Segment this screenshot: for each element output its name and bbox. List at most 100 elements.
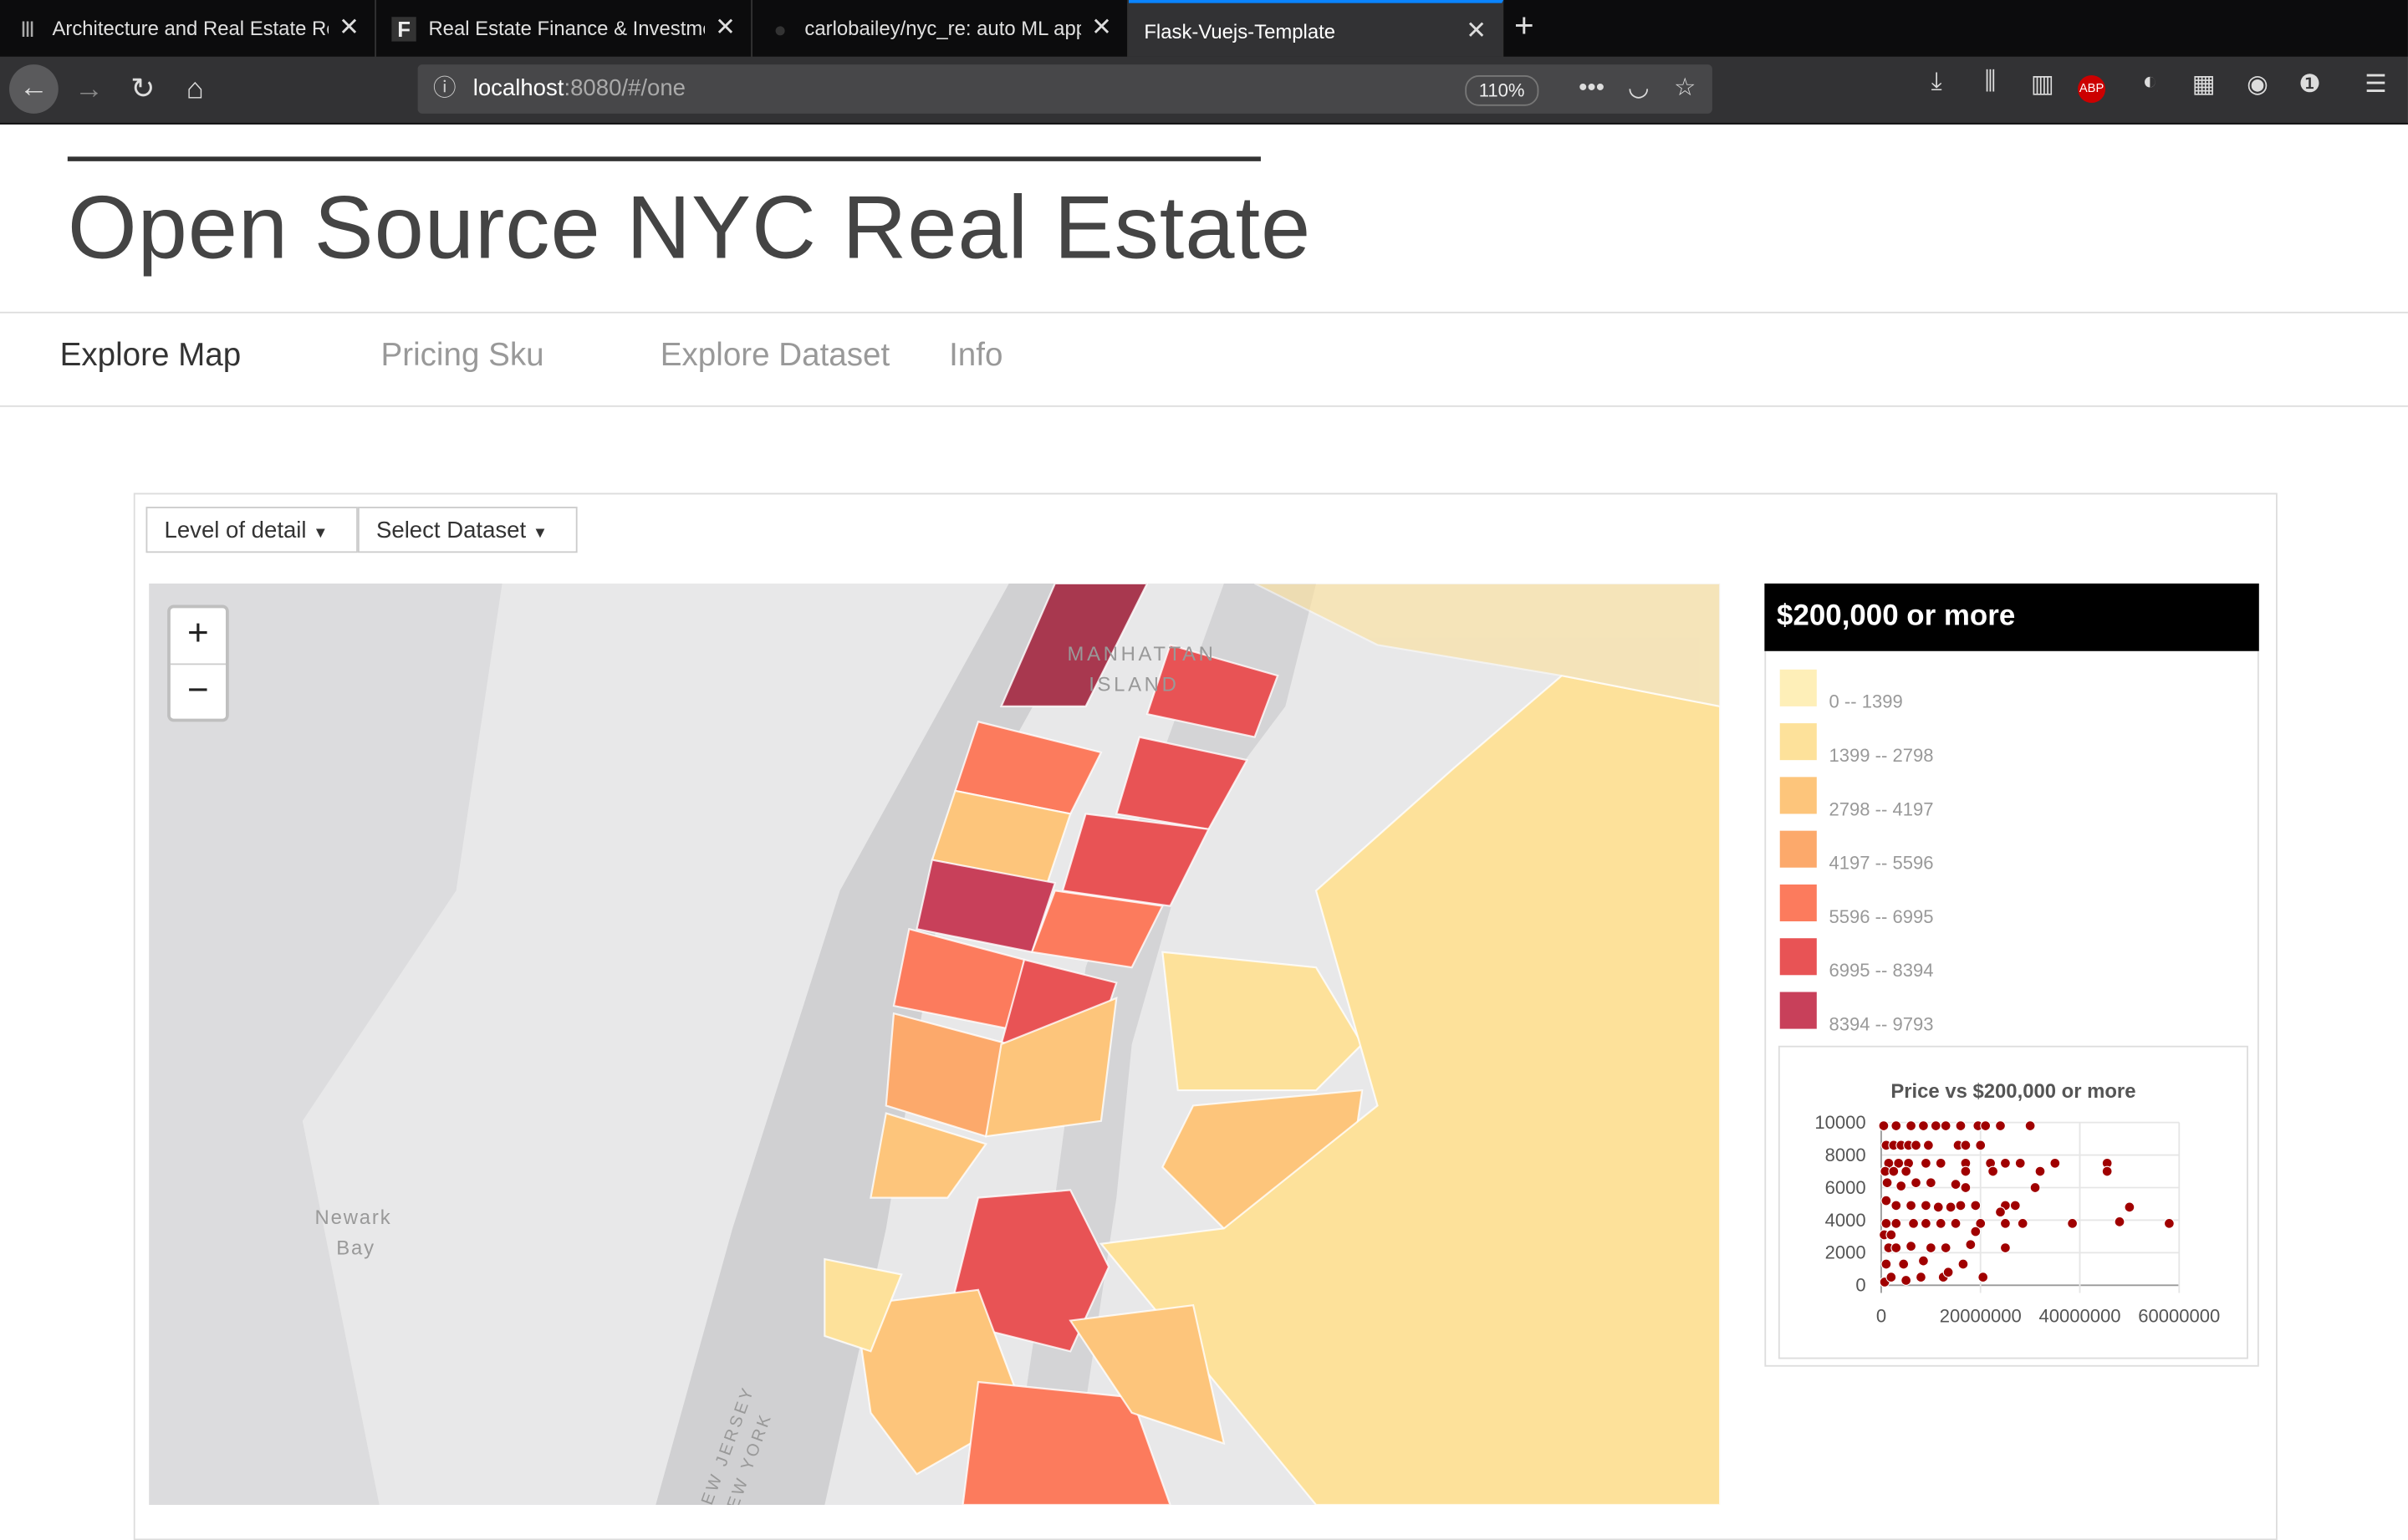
data-point bbox=[1999, 1242, 2011, 1253]
back-button[interactable]: ← bbox=[9, 64, 59, 114]
nav-pricing-sku[interactable]: Pricing Sku bbox=[381, 338, 544, 375]
nav-toolbar: ← → ↻ ⌂ ⓘ localhost:8080/#/one 110% ••• … bbox=[0, 56, 2408, 125]
tab-label: carlobailey/nyc_re: auto ML app bbox=[804, 17, 1082, 40]
url-bar[interactable]: ⓘ localhost:8080/#/one 110% ••• ◡ ☆ bbox=[417, 64, 1712, 114]
legend-swatch bbox=[1779, 669, 1817, 706]
data-point bbox=[1918, 1120, 1929, 1131]
data-point bbox=[1935, 1217, 1946, 1229]
account-icon[interactable]: ◉ bbox=[2239, 69, 2276, 100]
data-point bbox=[1950, 1217, 1962, 1229]
data-point bbox=[1905, 1120, 1917, 1131]
tab-label: Flask-Vuejs-Template bbox=[1144, 19, 1336, 43]
close-icon[interactable]: ✕ bbox=[1091, 0, 1112, 57]
download-icon[interactable]: ⤓ bbox=[1918, 69, 1955, 97]
data-point bbox=[1890, 1120, 1902, 1131]
menu-icon[interactable]: ☰ bbox=[2357, 69, 2394, 100]
more-icon[interactable]: ••• bbox=[1579, 64, 1604, 114]
data-point bbox=[1920, 1200, 1931, 1211]
legend-swatch bbox=[1779, 884, 1817, 922]
y-tick-label: 8000 bbox=[1825, 1145, 1866, 1165]
info-icon[interactable]: ⓘ bbox=[433, 64, 457, 114]
y-tick-label: 0 bbox=[1855, 1275, 1865, 1296]
pocket-icon[interactable]: ◡ bbox=[1628, 64, 1650, 114]
new-tab-button[interactable]: + bbox=[1514, 6, 1534, 46]
data-point bbox=[1932, 1201, 1944, 1213]
data-point bbox=[1916, 1272, 1926, 1283]
data-point bbox=[1878, 1120, 1890, 1131]
data-point bbox=[2034, 1165, 2046, 1177]
legend-title: $200,000 or more bbox=[1764, 583, 2259, 651]
data-point bbox=[1942, 1267, 1954, 1278]
nav-info[interactable]: Info bbox=[949, 338, 1002, 375]
url-text: localhost:8080/#/one bbox=[472, 74, 686, 102]
nav-explore-dataset[interactable]: Explore Dataset bbox=[661, 338, 890, 375]
close-icon[interactable]: ✕ bbox=[339, 0, 360, 57]
data-point bbox=[1975, 1140, 1987, 1151]
zoom-in-button[interactable]: + bbox=[170, 608, 226, 665]
tab-label: Architecture and Real Estate Re bbox=[52, 17, 329, 40]
data-point bbox=[2049, 1157, 2061, 1169]
data-point bbox=[2024, 1120, 2036, 1131]
data-point bbox=[1911, 1177, 1921, 1189]
data-point bbox=[1880, 1217, 1892, 1229]
y-tick-label: 2000 bbox=[1825, 1242, 1866, 1263]
data-point bbox=[1881, 1177, 1893, 1189]
choropleth-map[interactable]: + − MANHATTAN ISLAND Newark Bay NEW JERS… bbox=[149, 583, 1721, 1505]
adblock-icon[interactable]: ABP bbox=[2078, 74, 2106, 104]
data-point bbox=[1965, 1239, 1977, 1251]
legend-label: 6995 -- 8394 bbox=[1829, 959, 1934, 982]
data-point bbox=[1895, 1180, 1907, 1191]
data-point bbox=[2163, 1217, 2175, 1229]
reload-button[interactable]: ↻ bbox=[121, 69, 164, 112]
tab-architecture[interactable]: Ⅲ Architecture and Real Estate Re ✕ bbox=[0, 0, 376, 57]
forward-button[interactable]: → bbox=[68, 69, 110, 112]
data-point bbox=[1890, 1217, 1902, 1229]
data-point bbox=[1935, 1157, 1946, 1169]
data-point bbox=[1911, 1140, 1921, 1151]
data-point bbox=[1970, 1226, 1982, 1237]
data-point bbox=[1905, 1200, 1917, 1211]
tab-label: Real Estate Finance & Investme bbox=[428, 17, 706, 40]
zoom-level-badge[interactable]: 110% bbox=[1465, 74, 1539, 106]
legend-swatch bbox=[1779, 992, 1817, 1029]
library-icon[interactable]: ⫼ bbox=[1972, 69, 2008, 97]
legend-swatch bbox=[1779, 830, 1817, 868]
sidebar-icon[interactable]: ▥ bbox=[2024, 69, 2061, 100]
bookmark-star-icon[interactable]: ☆ bbox=[1674, 64, 1696, 114]
data-point bbox=[1945, 1201, 1956, 1213]
data-point bbox=[1900, 1165, 1912, 1177]
data-point bbox=[1885, 1272, 1897, 1283]
x-tick-label: 20000000 bbox=[1940, 1305, 2022, 1326]
home-button[interactable]: ⌂ bbox=[174, 69, 217, 112]
zoom-out-button[interactable]: − bbox=[171, 665, 226, 720]
data-point bbox=[1920, 1157, 1931, 1169]
data-point bbox=[1970, 1200, 1982, 1211]
y-tick-label: 4000 bbox=[1825, 1210, 1866, 1231]
close-icon[interactable]: ✕ bbox=[715, 0, 736, 57]
level-of-detail-dropdown[interactable]: Level of detail ▼ bbox=[145, 507, 358, 553]
data-point bbox=[1955, 1120, 1967, 1131]
legend-swatch bbox=[1779, 777, 1817, 814]
legend-label: 5596 -- 6995 bbox=[1829, 905, 1934, 928]
data-point bbox=[1995, 1206, 2006, 1218]
legend-label: 0 -- 1399 bbox=[1829, 691, 1903, 713]
page-title: Open Source NYC Real Estate bbox=[67, 178, 1312, 278]
data-point bbox=[1977, 1272, 1989, 1283]
tab-flask[interactable]: Flask-Vuejs-Template ✕ bbox=[1128, 0, 1504, 57]
fence-icon[interactable]: ▦ bbox=[2186, 69, 2222, 100]
data-point bbox=[1960, 1140, 1972, 1151]
select-dataset-dropdown[interactable]: Select Dataset ▼ bbox=[357, 507, 578, 553]
map-label-bay: Bay bbox=[336, 1236, 375, 1260]
f-icon: F bbox=[391, 17, 416, 42]
close-icon[interactable]: ✕ bbox=[1466, 3, 1487, 57]
map-label-island: ISLAND bbox=[1089, 672, 1180, 696]
data-point bbox=[2014, 1157, 2026, 1169]
shield-icon[interactable]: ◐ bbox=[2131, 69, 2168, 97]
nav-explore-map[interactable]: Explore Map bbox=[60, 338, 242, 375]
data-point bbox=[1999, 1157, 2011, 1169]
info-extension-icon[interactable]: ❶ bbox=[2291, 69, 2328, 100]
tab-finance[interactable]: F Real Estate Finance & Investme ✕ bbox=[376, 0, 752, 57]
data-point bbox=[1890, 1200, 1902, 1211]
legend-swatch bbox=[1779, 723, 1817, 761]
tab-github[interactable]: ● carlobailey/nyc_re: auto ML app ✕ bbox=[752, 0, 1129, 57]
